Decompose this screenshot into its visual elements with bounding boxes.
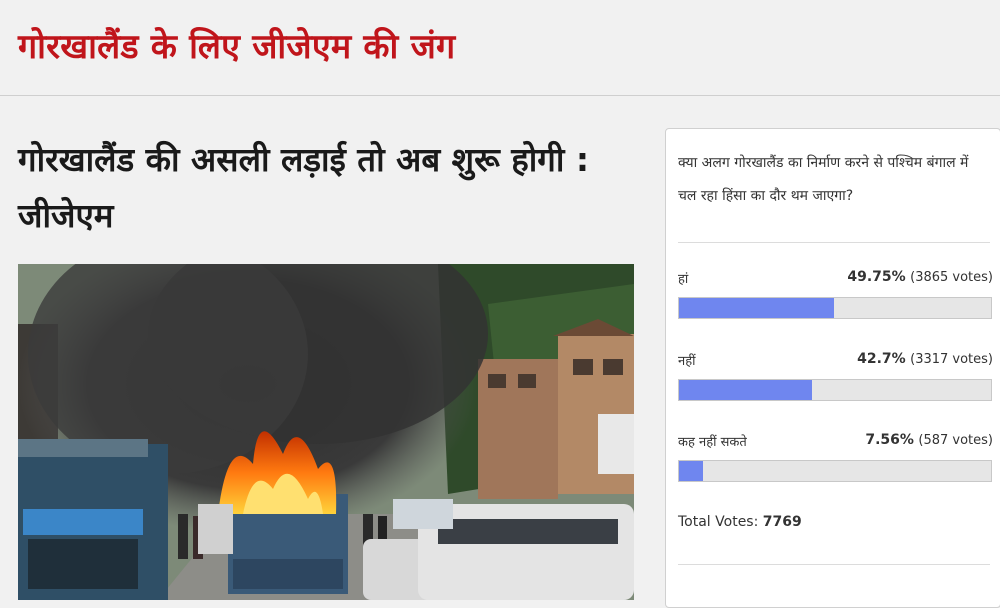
poll-option-bar (678, 379, 992, 401)
poll-option-percent: 42.7% (857, 351, 906, 367)
poll-option-votes: (587 votes) (918, 433, 993, 448)
poll-option-label: नहीं (678, 354, 696, 369)
header-divider (0, 95, 1000, 96)
poll-widget: क्या अलग गोरखालैंड का निर्माण करने से पश… (665, 128, 1000, 608)
poll-divider-top (678, 242, 990, 243)
poll-total-votes: Total Votes: 7769 (678, 514, 802, 530)
poll-question: क्या अलग गोरखालैंड का निर्माण करने से पश… (678, 155, 969, 204)
poll-option-stats: 49.75% (3865 votes) (847, 269, 993, 285)
poll-option-bar-fill (679, 461, 703, 481)
poll-total-value: 7769 (762, 514, 802, 530)
poll-option-percent: 49.75% (847, 269, 906, 285)
section-title[interactable]: गोरखालैंड के लिए जीजेएम की जंग (18, 22, 455, 68)
poll-option-stats: 7.56% (587 votes) (865, 432, 993, 448)
article-photo[interactable] (18, 264, 634, 600)
poll-option-bar (678, 460, 992, 482)
poll-option-votes: (3317 votes) (910, 352, 993, 367)
article-headline[interactable]: गोरखालैंड की असली लड़ाई तो अब शुरू होगी … (18, 132, 658, 244)
poll-option-percent: 7.56% (865, 432, 914, 448)
poll-option-votes: (3865 votes) (910, 270, 993, 285)
poll-option-label: कह नहीं सकते (678, 435, 747, 450)
poll-option-bar-fill (679, 380, 813, 400)
poll-option-bar-fill (679, 298, 835, 318)
poll-option-stats: 42.7% (3317 votes) (857, 351, 993, 367)
poll-option-bar (678, 297, 992, 319)
burning-vehicle-image (18, 264, 634, 600)
poll-divider-bottom (678, 564, 990, 565)
poll-total-label: Total Votes: (678, 514, 759, 530)
poll-option-label: हां (678, 272, 689, 287)
